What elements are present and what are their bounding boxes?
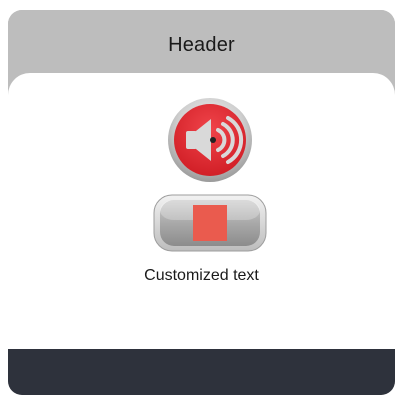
stop-button[interactable]: [153, 194, 267, 252]
widget-panel: Header Customized text: [8, 10, 395, 395]
speaker-button[interactable]: [167, 97, 253, 183]
speaker-volume-icon: [168, 98, 252, 182]
content-area: Customized text: [8, 73, 395, 349]
caption-text: Customized text: [144, 267, 259, 284]
stop-icon: [153, 194, 267, 252]
footer-bar: [8, 349, 395, 395]
header-title: Header: [168, 34, 235, 56]
